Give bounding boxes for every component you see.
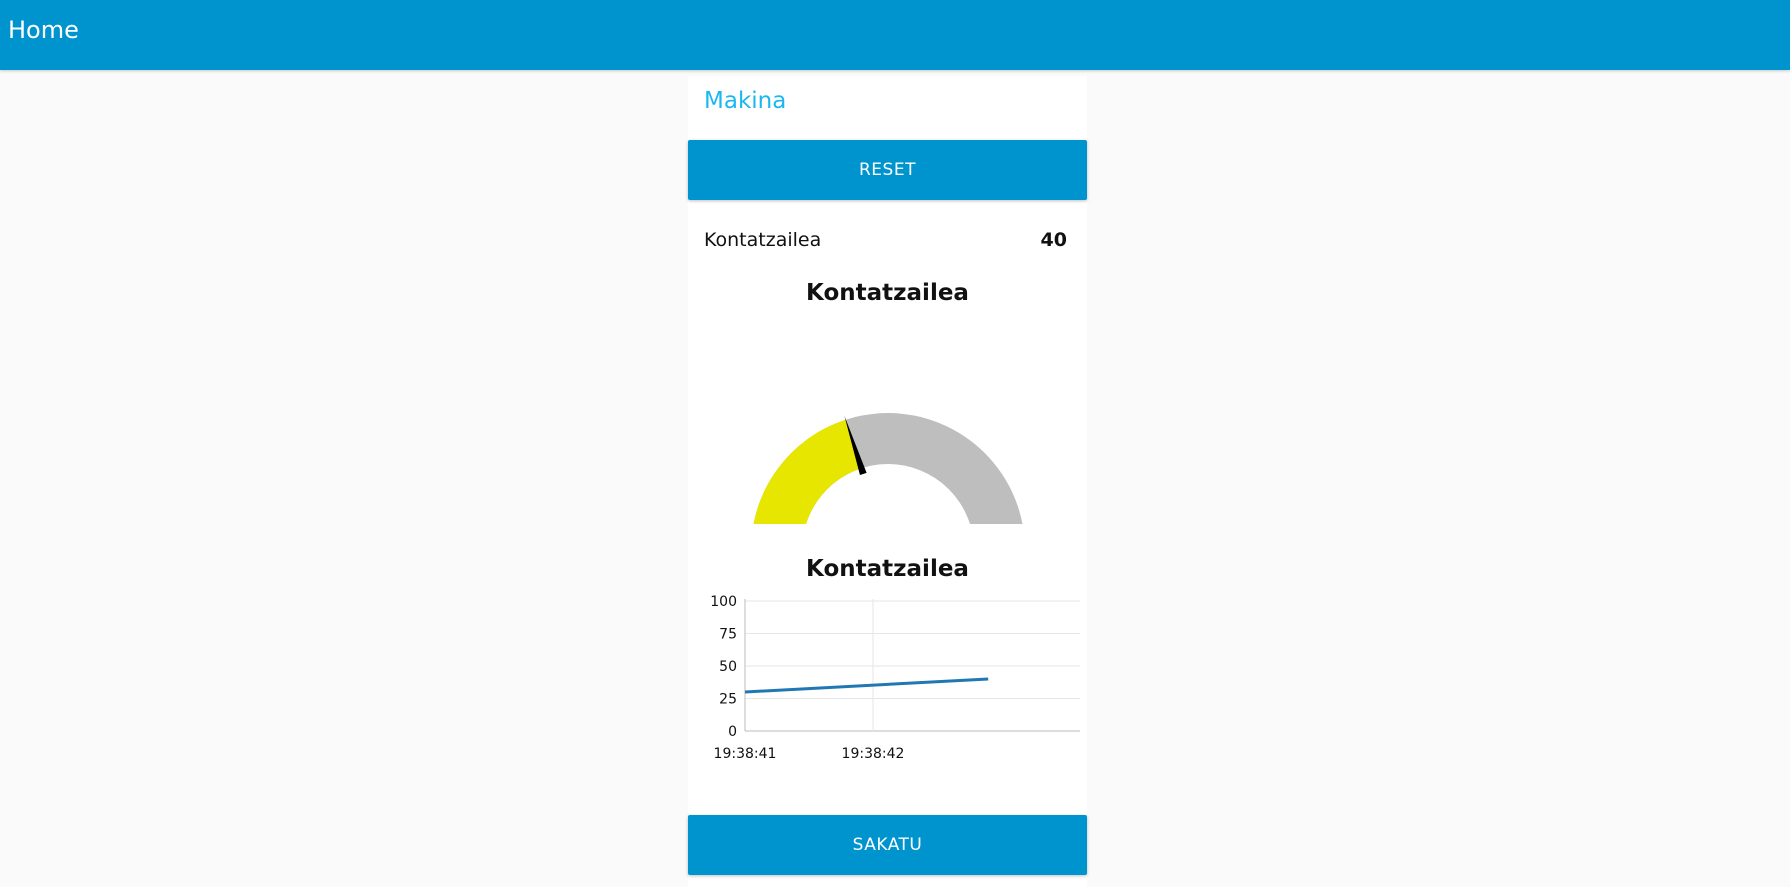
chart-ytick-label: 75 <box>719 627 737 643</box>
chart-title: Kontatzailea <box>806 556 969 582</box>
group-card-makina: Makina RESET Kontatzailea 40 Kontatzaile… <box>688 76 1087 887</box>
sakatu-button-label: SAKATU <box>852 835 923 855</box>
text-widget: Kontatzailea 40 <box>704 226 1071 256</box>
gauge: 40 units 0 100 <box>753 413 1023 524</box>
chart-ytick-label: 25 <box>719 692 737 708</box>
group-title: Makina <box>704 88 787 114</box>
sakatu-button[interactable]: SAKATU <box>688 815 1087 875</box>
chart-xtick-label: 19:38:42 <box>842 746 905 762</box>
chart-ytick-label: 0 <box>728 724 737 740</box>
text-widget-label: Kontatzailea <box>704 229 822 251</box>
gauge-fill <box>753 419 862 524</box>
text-widget-value: 40 <box>1040 229 1067 251</box>
line-chart: 0255075100 19:38:4119:38:4219:38:44 <box>710 594 1080 762</box>
chart-series-line <box>744 677 989 694</box>
page-title: Home <box>8 16 79 44</box>
chart-ytick-label: 100 <box>710 594 737 610</box>
reset-button[interactable]: RESET <box>688 140 1087 200</box>
chart-ytick-label: 50 <box>719 659 737 675</box>
gauge-title: Kontatzailea <box>806 280 969 306</box>
reset-button-label: RESET <box>859 160 916 180</box>
chart-xtick-label: 19:38:41 <box>714 746 777 762</box>
top-toolbar: Home <box>0 0 1790 70</box>
